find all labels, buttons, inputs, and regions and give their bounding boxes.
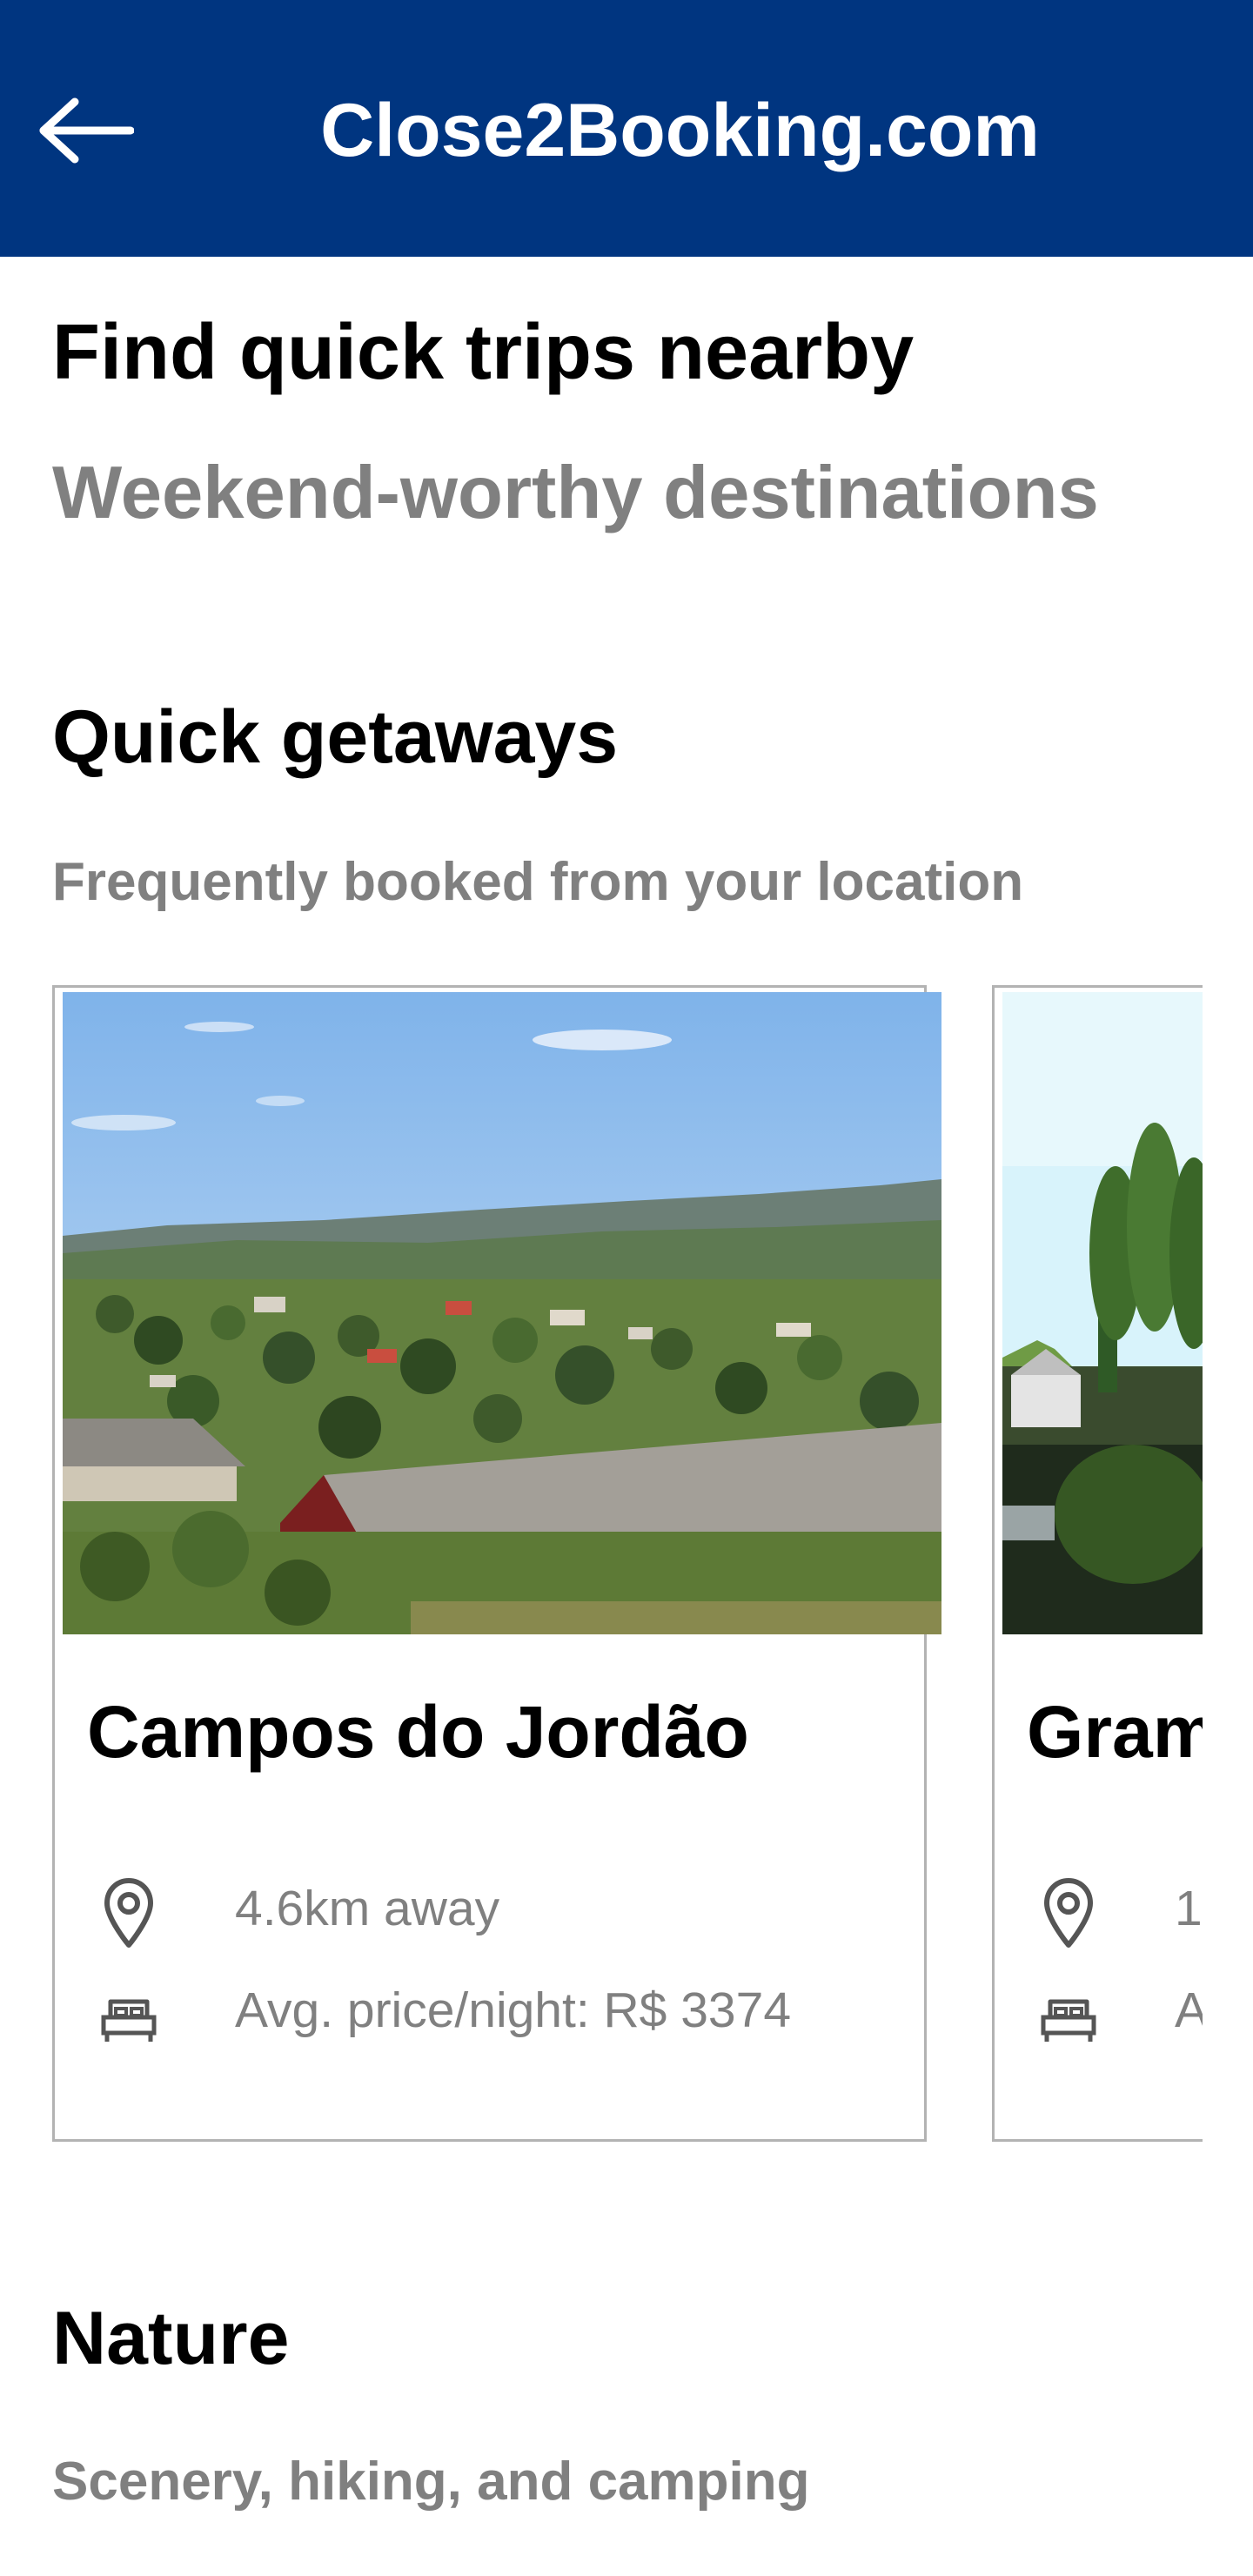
destination-price: Avg <box>1175 1982 1203 2038</box>
section-subtitle-quick-getaways: Frequently booked from your location <box>52 852 1024 912</box>
page-subtitle: Weekend-worthy destinations <box>52 452 1099 534</box>
destination-name: Campos do Jordão <box>87 1691 749 1773</box>
section-subtitle-nature: Scenery, hiking, and camping <box>52 2452 810 2512</box>
section-title-quick-getaways: Quick getaways <box>52 695 619 779</box>
destination-name: Gram <box>1027 1691 1203 1773</box>
page-title: Find quick trips nearby <box>52 309 915 396</box>
app-header: Close2Booking.com <box>0 0 1253 257</box>
map-pin-icon <box>104 1878 153 1948</box>
bed-icon <box>1041 1999 1096 2042</box>
app-title: Close2Booking.com <box>320 89 1040 172</box>
destination-distance: 4.6km away <box>235 1881 500 1936</box>
destination-card[interactable]: Gram 1.1 Avg <box>992 985 1203 2142</box>
price-row: Avg. price/night: R$ 3374 <box>98 1976 916 2054</box>
destination-photo <box>1002 992 1203 1634</box>
distance-row: 4.6km away <box>98 1874 916 1952</box>
destination-distance: 1.1 <box>1175 1881 1203 1936</box>
destination-price: Avg. price/night: R$ 3374 <box>235 1982 792 2038</box>
distance-row: 1.1 <box>1038 1874 1203 1952</box>
price-row: Avg <box>1038 1976 1203 2054</box>
bed-icon <box>101 1999 157 2042</box>
section-title-nature: Nature <box>52 2297 290 2380</box>
destination-photo <box>63 992 941 1634</box>
destination-carousel[interactable]: Campos do Jordão 4.6km away Avg. price/n… <box>52 985 1203 2147</box>
destination-card[interactable]: Campos do Jordão 4.6km away Avg. price/n… <box>52 985 941 2142</box>
map-pin-icon <box>1044 1878 1093 1948</box>
